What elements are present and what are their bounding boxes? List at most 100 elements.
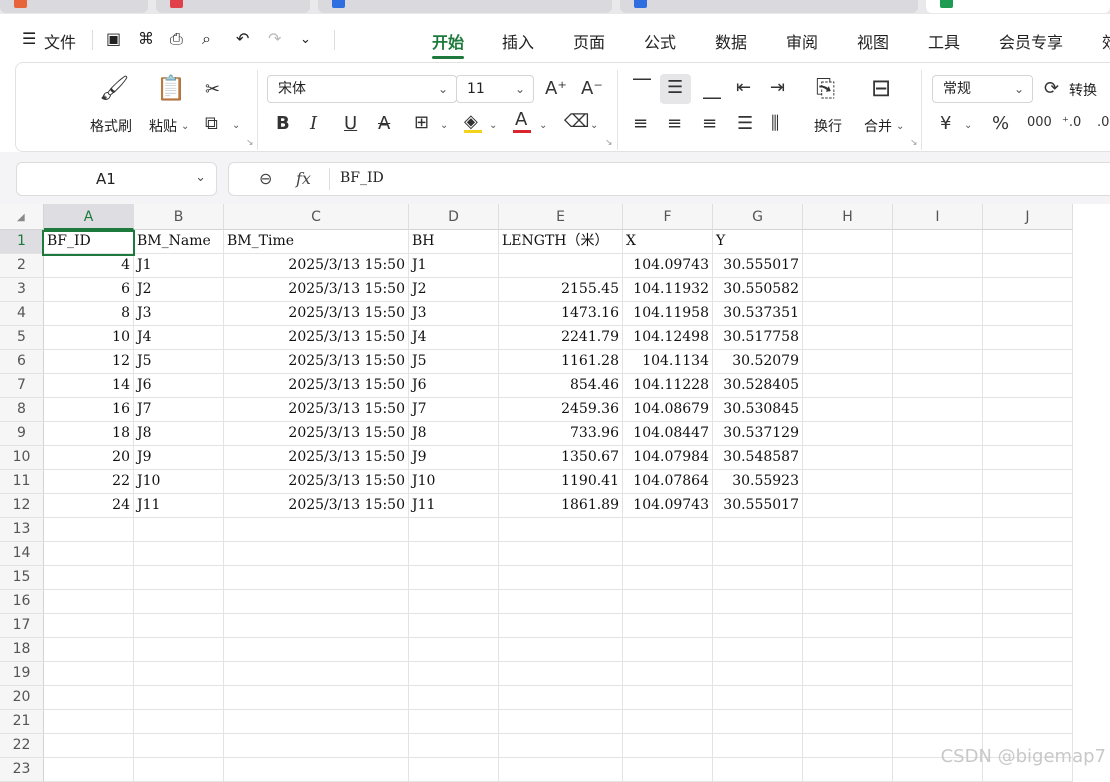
chevron-down-icon[interactable]: ⌄ — [195, 170, 206, 185]
data-cell[interactable]: 30.548587 — [713, 446, 803, 470]
data-cell[interactable]: 30.528405 — [713, 374, 803, 398]
data-cell[interactable]: J9 — [134, 446, 224, 470]
increase-decimal-icon[interactable]: ⁺.0 — [1062, 113, 1081, 133]
data-cell[interactable]: 2241.79 — [499, 326, 623, 350]
empty-cell[interactable] — [44, 518, 134, 542]
empty-cell[interactable] — [134, 590, 224, 614]
thousands-separator-icon[interactable]: 000 — [1027, 113, 1052, 133]
empty-cell[interactable] — [134, 734, 224, 758]
data-cell[interactable]: J7 — [134, 398, 224, 422]
print-preview-icon[interactable]: ⌕ — [202, 29, 211, 49]
fx-icon[interactable]: fx — [296, 169, 311, 188]
empty-cell[interactable] — [224, 710, 409, 734]
column-header-i[interactable]: I — [893, 204, 983, 230]
empty-cell[interactable] — [893, 638, 983, 662]
empty-cell[interactable] — [983, 518, 1073, 542]
menu-file[interactable]: 文件 — [44, 29, 76, 53]
header-cell[interactable]: BF_ID — [44, 230, 134, 254]
data-cell[interactable]: J1 — [134, 254, 224, 278]
row-header[interactable]: 13 — [0, 518, 44, 542]
empty-cell[interactable] — [983, 230, 1073, 254]
currency-icon[interactable]: ¥ — [940, 114, 951, 134]
quick-access-more-icon[interactable]: ⌄ — [300, 32, 311, 47]
data-cell[interactable]: 104.08679 — [623, 398, 713, 422]
empty-cell[interactable] — [499, 614, 623, 638]
empty-cell[interactable] — [499, 758, 623, 782]
empty-cell[interactable] — [623, 590, 713, 614]
data-cell[interactable]: 2025/3/13 15:50 — [224, 446, 409, 470]
empty-cell[interactable] — [623, 710, 713, 734]
empty-cell[interactable] — [134, 614, 224, 638]
data-cell[interactable]: 4 — [44, 254, 134, 278]
empty-cell[interactable] — [224, 638, 409, 662]
empty-cell[interactable] — [409, 542, 499, 566]
empty-cell[interactable] — [134, 566, 224, 590]
paste-dropdown-icon[interactable]: ⌄ — [181, 121, 189, 132]
increase-font-icon[interactable]: A⁺ — [545, 79, 567, 99]
empty-cell[interactable] — [224, 566, 409, 590]
tab-page[interactable]: 页面 — [573, 29, 605, 53]
data-cell[interactable]: J6 — [134, 374, 224, 398]
merge-button[interactable]: 合并 — [864, 116, 892, 136]
row-header[interactable]: 22 — [0, 734, 44, 758]
header-cell[interactable]: X — [623, 230, 713, 254]
copy-dropdown-icon[interactable]: ⌄ — [232, 120, 240, 131]
merge-dropdown-icon[interactable]: ⌄ — [896, 121, 904, 132]
data-cell[interactable]: 30.55923 — [713, 470, 803, 494]
empty-cell[interactable] — [224, 662, 409, 686]
empty-cell[interactable] — [134, 686, 224, 710]
data-cell[interactable]: 24 — [44, 494, 134, 518]
data-cell[interactable]: 30.555017 — [713, 494, 803, 518]
empty-cell[interactable] — [713, 542, 803, 566]
column-header-e[interactable]: E — [499, 204, 623, 230]
wrap-text-button[interactable]: 换行 — [814, 116, 842, 136]
row-header[interactable]: 7 — [0, 374, 44, 398]
data-cell[interactable]: 2155.45 — [499, 278, 623, 302]
data-cell[interactable]: 1161.28 — [499, 350, 623, 374]
empty-cell[interactable] — [893, 422, 983, 446]
data-cell[interactable]: J2 — [409, 278, 499, 302]
empty-cell[interactable] — [983, 686, 1073, 710]
empty-cell[interactable] — [44, 542, 134, 566]
empty-cell[interactable] — [803, 590, 893, 614]
bold-icon[interactable]: B — [276, 114, 290, 134]
data-cell[interactable]: J8 — [409, 422, 499, 446]
spreadsheet-grid[interactable]: ◢ ABCDEFGHIJ 1 2 3 4 5 6 7 8 9 10 11 12 13 14 15 16 17 18… — [0, 204, 1110, 782]
save-icon[interactable]: ▣ — [106, 29, 121, 48]
empty-cell[interactable] — [134, 662, 224, 686]
italic-icon[interactable]: I — [310, 114, 317, 134]
row-header[interactable]: 5 — [0, 326, 44, 350]
empty-cell[interactable] — [893, 398, 983, 422]
wrap-text-icon[interactable]: ⎘ — [816, 76, 835, 100]
row-header[interactable]: 1 — [0, 230, 44, 254]
data-cell[interactable]: 8 — [44, 302, 134, 326]
data-cell[interactable] — [499, 254, 623, 278]
clipboard-launcher-icon[interactable]: ↘ — [246, 138, 254, 148]
doc-tab-pdf[interactable] — [156, 0, 310, 13]
empty-cell[interactable] — [893, 494, 983, 518]
copy-icon[interactable]: ⧉ — [205, 114, 218, 134]
empty-cell[interactable] — [623, 662, 713, 686]
formula-input[interactable]: ⊖ fx BF_ID — [228, 162, 1110, 196]
empty-cell[interactable] — [893, 374, 983, 398]
column-header-a[interactable]: A — [44, 204, 134, 230]
convert-icon[interactable]: ⟳ — [1044, 79, 1059, 99]
empty-cell[interactable] — [803, 302, 893, 326]
decrease-font-icon[interactable]: A⁻ — [581, 79, 603, 99]
empty-cell[interactable] — [893, 710, 983, 734]
number-format-select[interactable]: 常规 ⌄ — [932, 75, 1033, 103]
row-header[interactable]: 11 — [0, 470, 44, 494]
data-cell[interactable]: 2025/3/13 15:50 — [224, 326, 409, 350]
empty-cell[interactable] — [499, 686, 623, 710]
empty-cell[interactable] — [44, 638, 134, 662]
data-cell[interactable]: J3 — [409, 302, 499, 326]
data-cell[interactable]: 30.517758 — [713, 326, 803, 350]
data-cell[interactable]: 30.550582 — [713, 278, 803, 302]
empty-cell[interactable] — [893, 614, 983, 638]
empty-cell[interactable] — [983, 710, 1073, 734]
tab-view[interactable]: 视图 — [857, 29, 889, 53]
data-cell[interactable]: 30.530845 — [713, 398, 803, 422]
data-cell[interactable]: J7 — [409, 398, 499, 422]
empty-cell[interactable] — [623, 566, 713, 590]
empty-cell[interactable] — [44, 662, 134, 686]
